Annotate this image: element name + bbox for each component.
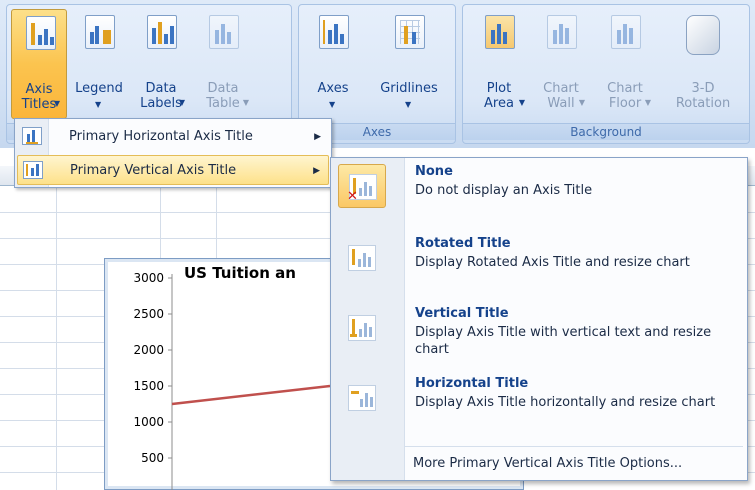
axes-button[interactable]: Axes ▼ [305,9,361,119]
y-tick-label: 2000 [133,343,164,357]
rotation-3d-button[interactable]: 3-D Rotation [667,9,739,119]
rotation-3d-label: 3-D Rotation [675,81,731,111]
option-rotated-title[interactable]: Rotated Title Display Rotated Axis Title… [333,234,745,290]
y-tick-label: 3000 [133,271,164,285]
chevron-down-icon: ▼ [329,100,336,109]
chevron-down-icon: ▼ [53,99,60,108]
menu-separator [405,446,743,447]
option-vertical-title[interactable]: Vertical Title Display Axis Title with v… [333,304,745,364]
gridlines-icon [395,15,425,49]
chevron-down-icon: ▼ [518,98,525,107]
menu-item-label: Primary Vertical Axis Title [70,163,237,178]
y-tick-label: 500 [141,451,164,465]
chart-wall-icon [547,15,577,49]
gridlines-button[interactable]: Gridlines ▼ [371,9,447,119]
option-title: None [415,164,453,179]
chevron-down-icon: ▼ [578,98,585,107]
option-title: Vertical Title [415,306,509,321]
data-table-button[interactable]: Data Table ▼ [195,9,251,119]
axis-titles-button[interactable]: Axis Titles ▼ [11,9,67,119]
series-line [171,384,331,406]
option-description: Display Axis Title with vertical text an… [415,325,712,357]
plot-area-icon [485,15,515,49]
legend-button[interactable]: Legend ▼ [71,9,127,119]
y-tick-label: 1500 [133,379,164,393]
legend-icon [85,15,115,49]
data-labels-button[interactable]: Data Labels ▼ [133,9,189,119]
axes-icon [319,15,349,49]
background-group: Plot Area ▼ Chart Wall ▼ Chart Floor ▼ 3… [462,4,750,144]
option-horizontal-title[interactable]: Horizontal Title Display Axis Title hori… [333,374,745,434]
rotated-title-icon [338,236,386,280]
axis-titles-menu: Primary Horizontal Axis Title ▶ Primary … [14,118,332,188]
horizontal-axis-title-icon [22,127,42,145]
chart-floor-icon [611,15,641,49]
vertical-axis-title-submenu: ✕ None Do not display an Axis Title Rota… [330,157,748,481]
close-icon: ✕ [347,189,358,204]
chevron-right-icon: ▶ [313,166,320,176]
menu-item-primary-vertical-axis-title[interactable]: Primary Vertical Axis Title ▶ [17,155,329,185]
legend-label: Legend [75,81,123,96]
y-tick-label: 1000 [133,415,164,429]
option-none[interactable]: ✕ None Do not display an Axis Title [333,162,745,212]
plot-area-button[interactable]: Plot Area ▼ [471,9,527,119]
axes-label: Axes [317,81,349,96]
chevron-down-icon: ▼ [242,98,249,107]
menu-item-label: Primary Horizontal Axis Title [69,129,253,144]
background-group-label: Background [463,123,749,140]
horizontal-title-icon [338,376,386,420]
vertical-title-icon [338,306,386,350]
more-options-link[interactable]: More Primary Vertical Axis Title Options… [413,456,682,471]
chevron-down-icon: ▼ [178,98,185,107]
axis-titles-icon [26,16,56,50]
option-title: Horizontal Title [415,376,529,391]
option-description: Display Rotated Axis Title and resize ch… [415,255,690,270]
chart-wall-button[interactable]: Chart Wall ▼ [533,9,589,119]
cube-icon [686,15,720,55]
y-tick-label: 2500 [133,307,164,321]
no-axis-title-icon: ✕ [338,164,386,208]
menu-item-primary-horizontal-axis-title[interactable]: Primary Horizontal Axis Title ▶ [17,122,329,152]
option-title: Rotated Title [415,236,511,251]
chart-floor-button[interactable]: Chart Floor ▼ [597,9,653,119]
data-labels-icon [147,15,177,49]
chevron-down-icon: ▼ [644,98,651,107]
chevron-down-icon: ▼ [95,100,102,109]
chevron-right-icon: ▶ [314,132,321,142]
chevron-down-icon: ▼ [405,100,412,109]
gridlines-label: Gridlines [380,81,438,96]
vertical-axis-title-icon [23,161,43,179]
data-table-icon [209,15,239,49]
option-description: Display Axis Title horizontally and resi… [415,395,716,410]
option-description: Do not display an Axis Title [415,183,593,198]
